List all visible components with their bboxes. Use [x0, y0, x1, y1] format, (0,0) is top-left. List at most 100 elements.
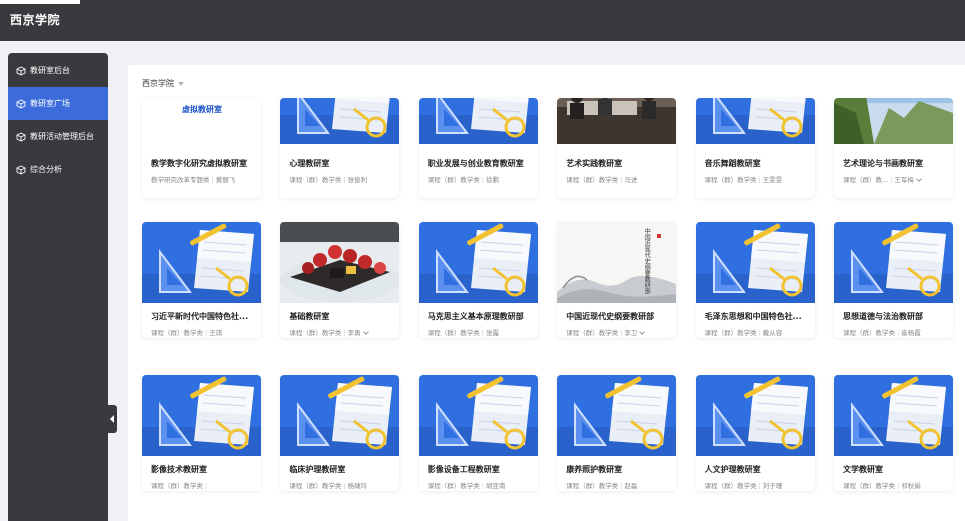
teaching-office-card[interactable]: 中国近现代史纲要教研部 中国近现代史纲要教研部 课程（群）教学类 | 李卫 — [557, 222, 677, 338]
card-meta: 课程（群）教学类 | 李卫 — [557, 322, 676, 337]
stationery-illustration — [280, 375, 400, 456]
card-category: 课程（群）教学类 — [151, 482, 203, 490]
meta-separator: | — [758, 482, 761, 490]
card-category: 课程（群）教... — [843, 176, 889, 184]
sidebar-item-label: 教研室后台 — [30, 66, 70, 75]
meta-separator: | — [758, 329, 761, 337]
chevron-down-icon[interactable] — [362, 329, 369, 335]
sidebar: 教研室后台 教研室广场 教研活动管理后台 综合分析 — [8, 53, 108, 521]
card-thumbnail — [280, 375, 400, 456]
meta-separator: | — [897, 482, 900, 490]
card-category: 课程（群）教学类 — [289, 176, 342, 184]
breadcrumb-label: 西京学院 — [142, 79, 174, 88]
card-category: 课程（群）教学类 — [151, 329, 203, 337]
meta-separator: | — [481, 176, 484, 184]
card-owner: 崔杨霞 — [901, 329, 921, 337]
card-title: 影像技术教研室 — [151, 465, 207, 474]
card-title: 马克思主义基本原理教研部 — [427, 312, 524, 321]
teaching-office-card[interactable]: 思想道德与法治教研部 课程（群）教学类 | 崔杨霞 — [834, 222, 953, 338]
meta-separator: | — [481, 329, 484, 337]
teaching-office-card[interactable]: 康养照护教研室 课程（群）教学类 | 赵磊 — [557, 375, 677, 491]
breadcrumb[interactable]: 西京学院 — [142, 78, 184, 89]
card-owner: 李勇 — [347, 329, 361, 337]
sidebar-item-label: 教研室广场 — [30, 99, 70, 108]
card-thumbnail — [695, 98, 815, 144]
card-meta: 课程（群）教学类 | 马进 — [557, 169, 676, 184]
card-thumbnail — [695, 375, 815, 456]
card-meta: 课程（群）教学类 | — [142, 475, 261, 490]
teaching-office-card[interactable]: 习近平新时代中国特色社... 课程（群）教学类 | 王琪 — [142, 222, 261, 338]
teaching-office-card[interactable]: 基础教研室 课程（群）教学类 | 李勇 — [280, 222, 400, 338]
meta-separator: | — [890, 176, 893, 184]
card-owner: 胡亚南 — [486, 482, 506, 490]
chevron-down-icon[interactable] — [916, 176, 922, 182]
stationery-illustration — [695, 98, 815, 144]
sidebar-item-analysis[interactable]: 综合分析 — [8, 153, 108, 186]
teaching-office-card[interactable]: 影像技术教研室 课程（群）教学类 | — [142, 375, 261, 491]
card-meta: 课程（群）教学类 | 张俊利 — [280, 169, 399, 184]
card-category: 课程（群）教学类 — [704, 329, 757, 337]
teaching-office-card[interactable]: 艺术实践教研室 课程（群）教学类 | 马进 — [557, 98, 677, 198]
card-thumbnail — [695, 222, 815, 303]
card-category: 课程（群）教学类 — [566, 176, 619, 184]
teaching-office-card[interactable]: 毛泽东思想和中国特色社... 课程（群）教学类 | 戴从容 — [695, 222, 815, 338]
card-title: 艺术实践教研室 — [566, 159, 623, 168]
card-title: 文学教研室 — [843, 465, 883, 474]
teaching-office-card[interactable]: 心理教研室 课程（群）教学类 | 张俊利 — [280, 98, 400, 198]
card-title: 影像设备工程教研室 — [427, 465, 500, 474]
meeting-photo — [557, 98, 677, 144]
cube-icon — [16, 65, 26, 76]
teaching-office-card[interactable]: 人文护理教研室 课程（群）教学类 | 刘子瑾 — [695, 375, 815, 491]
ink-calligraphy-text: 中国近现代史纲要教研部 — [643, 228, 651, 294]
stationery-illustration — [142, 375, 261, 456]
card-thumbnail — [142, 222, 261, 303]
card-owner: 祁秋娟 — [901, 482, 921, 490]
teaching-office-card[interactable]: 临床护理教研室 课程（群）教学类 | 杨婕玲 — [280, 375, 400, 491]
sidebar-item-square[interactable]: 教研室广场 — [8, 87, 108, 120]
card-thumbnail — [418, 222, 538, 303]
card-category: 课程（群）教学类 — [427, 176, 480, 184]
card-owner: 杨婕玲 — [347, 482, 368, 490]
teaching-office-card[interactable]: 音乐舞蹈教研室 课程（群）教学类 | 王雯雯 — [695, 98, 815, 198]
card-owner: 戴从容 — [762, 329, 783, 337]
sidebar-collapse-button[interactable] — [108, 405, 117, 433]
teaching-office-card[interactable]: 虚拟教研室 教学数字化研究虚拟教研室 教学研究改革专题类 | 黄丽飞 — [142, 98, 261, 198]
meta-separator: | — [897, 329, 900, 337]
chevron-down-icon[interactable] — [639, 329, 646, 335]
card-owner: 刘子瑾 — [762, 482, 783, 490]
card-meta: 课程（群）教学类 | 张露 — [419, 322, 538, 337]
teaching-office-card[interactable]: 职业发展与创业教育教研室 课程（群）教学类 | 徐鹏 — [418, 98, 538, 198]
logo-strip — [0, 0, 80, 4]
card-meta: 课程（群）教学类 | 杨婕玲 — [280, 475, 399, 490]
card-title: 习近平新时代中国特色社... — [151, 312, 249, 321]
meta-separator: | — [620, 329, 623, 337]
card-meta: 课程（群）教... | 王军梅 — [834, 169, 953, 184]
teaching-office-card[interactable]: 艺术理论与书画教研室 课程（群）教... | 王军梅 — [834, 98, 953, 198]
cube-icon — [16, 131, 26, 142]
cube-icon — [16, 164, 26, 175]
stationery-illustration — [142, 222, 261, 303]
stationery-illustration — [280, 98, 400, 144]
meta-separator: | — [343, 329, 346, 337]
meta-separator: | — [205, 482, 208, 490]
meta-separator: | — [211, 176, 214, 184]
app-title: 西京学院 — [10, 13, 61, 27]
teaching-office-card[interactable]: 影像设备工程教研室 课程（群）教学类 | 胡亚南 — [418, 375, 538, 491]
teaching-office-card[interactable]: 文学教研室 课程（群）教学类 | 祁秋娟 — [834, 375, 953, 491]
sidebar-item-backend[interactable]: 教研室后台 — [8, 54, 108, 87]
card-title: 中国近现代史纲要教研部 — [566, 312, 655, 321]
teaching-office-card[interactable]: 马克思主义基本原理教研部 课程（群）教学类 | 张露 — [418, 222, 538, 338]
card-category: 课程（群）教学类 — [289, 329, 342, 337]
stationery-illustration — [695, 375, 815, 456]
card-thumbnail: 虚拟教研室 — [142, 98, 261, 144]
card-title: 毛泽东思想和中国特色社... — [704, 312, 802, 321]
meta-separator: | — [343, 482, 346, 490]
sidebar-item-activity-admin[interactable]: 教研活动管理后台 — [8, 120, 108, 153]
card-title: 职业发展与创业教育教研室 — [427, 159, 524, 168]
card-owner: 张露 — [486, 329, 499, 337]
card-meta: 课程（群）教学类 | 徐鹏 — [419, 169, 538, 184]
stationery-illustration — [834, 375, 953, 456]
card-thumbnail — [557, 375, 677, 456]
card-title: 音乐舞蹈教研室 — [704, 159, 761, 168]
meta-separator: | — [758, 176, 761, 184]
